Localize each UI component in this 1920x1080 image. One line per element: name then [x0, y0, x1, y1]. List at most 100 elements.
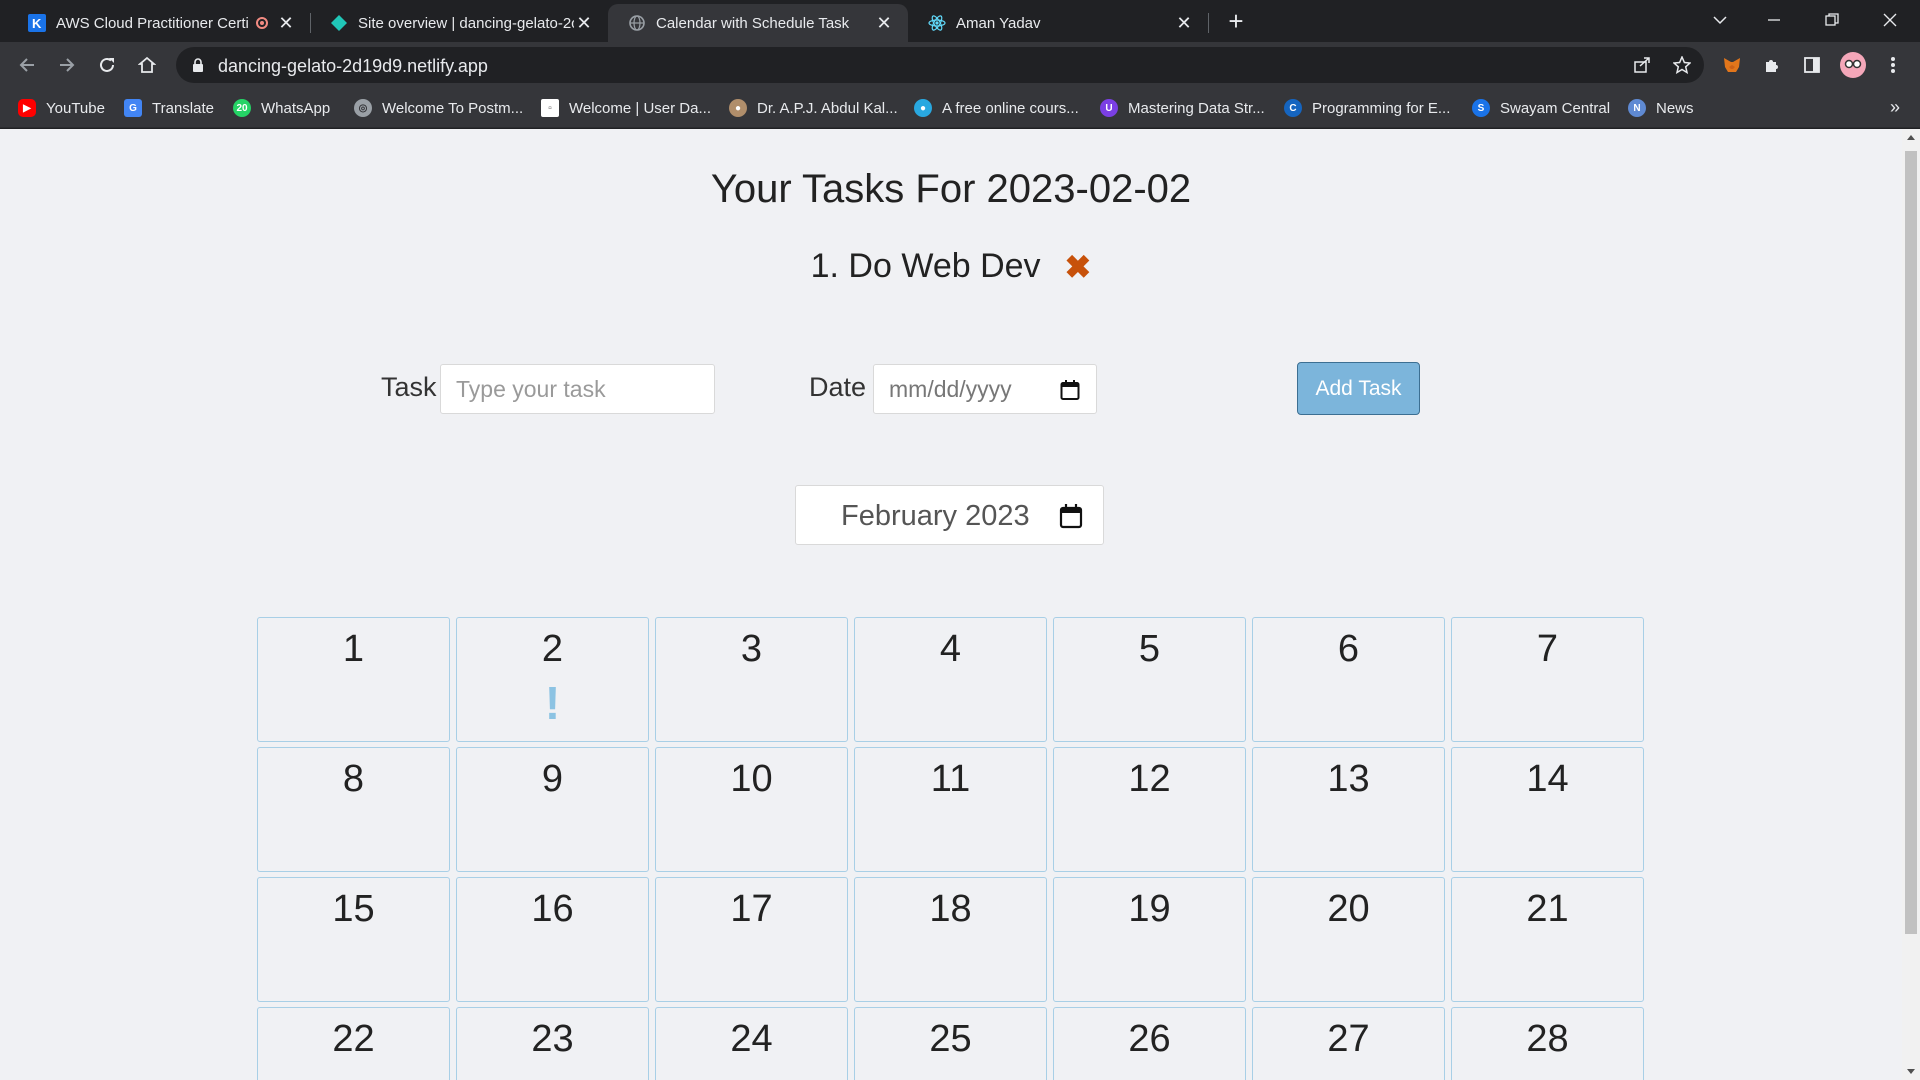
menu-icon[interactable]: [1878, 50, 1908, 80]
globe-icon: [628, 14, 646, 32]
calendar-day[interactable]: 18: [854, 877, 1047, 1002]
scroll-down-icon[interactable]: [1907, 1069, 1915, 1074]
close-icon[interactable]: ✕: [874, 13, 894, 34]
day-number: 4: [939, 628, 962, 670]
day-number: 20: [1327, 888, 1370, 930]
tab-search-icon[interactable]: [1698, 4, 1742, 36]
calendar-day[interactable]: 24: [655, 1007, 848, 1080]
calendar-day[interactable]: 23: [456, 1007, 649, 1080]
bookmark-whatsapp[interactable]: 20 WhatsApp: [233, 98, 330, 118]
calendar-day[interactable]: 14: [1451, 747, 1644, 872]
date-input[interactable]: mm/dd/yyyy: [873, 364, 1097, 414]
bookmark-label: WhatsApp: [261, 99, 331, 117]
calendar-day[interactable]: 11: [854, 747, 1047, 872]
calendar-day[interactable]: 16: [456, 877, 649, 1002]
lock-icon[interactable]: [192, 58, 204, 77]
bookmark-youtube[interactable]: ▶ YouTube: [18, 98, 105, 118]
calendar-day[interactable]: 28: [1451, 1007, 1644, 1080]
scrollbar-thumb[interactable]: [1905, 151, 1917, 934]
bookmark-translate[interactable]: G Translate: [124, 98, 214, 118]
calendar-day[interactable]: 3: [655, 617, 848, 742]
calendar-day[interactable]: 7: [1451, 617, 1644, 742]
task-label-text: Task: [381, 372, 437, 402]
tab-calendar[interactable]: Calendar with Schedule Task ✕: [608, 4, 908, 42]
calendar-day[interactable]: 9: [456, 747, 649, 872]
calendar-day[interactable]: 2!: [456, 617, 649, 742]
news-icon: N: [1628, 99, 1646, 117]
side-panel-icon[interactable]: [1797, 50, 1827, 80]
page-title: Your Tasks For 2023-02-02: [710, 167, 1192, 211]
calendar-day[interactable]: 13: [1252, 747, 1445, 872]
address-bar[interactable]: dancing-gelato-2d19d9.netlify.app: [176, 47, 1704, 83]
tab-aws[interactable]: K AWS Cloud Practitioner Certi ✕: [8, 4, 310, 42]
calendar-icon[interactable]: [1060, 379, 1080, 407]
calendar-day[interactable]: 5: [1053, 617, 1246, 742]
home-icon[interactable]: [132, 50, 162, 80]
day-number: 12: [1128, 758, 1171, 800]
scroll-up-icon[interactable]: [1907, 135, 1915, 140]
day-number: 2: [541, 628, 564, 670]
back-icon[interactable]: [12, 50, 42, 80]
calendar-icon[interactable]: [1059, 503, 1083, 534]
avatar[interactable]: [1838, 50, 1868, 80]
restore-icon[interactable]: [1810, 4, 1854, 36]
calendar-day[interactable]: 12: [1053, 747, 1246, 872]
add-task-button[interactable]: Add Task: [1297, 362, 1420, 415]
bookmark-postman[interactable]: ◎ Welcome To Postm...: [354, 98, 523, 118]
calendar-day[interactable]: 21: [1451, 877, 1644, 1002]
calendar-day[interactable]: 1: [257, 617, 450, 742]
calendar-day[interactable]: 26: [1053, 1007, 1246, 1080]
calendar-day[interactable]: 17: [655, 877, 848, 1002]
more-bookmarks-icon[interactable]: »: [1890, 97, 1900, 118]
new-tab-button[interactable]: +: [1222, 8, 1250, 36]
swayam-icon: S: [1472, 99, 1490, 117]
close-icon[interactable]: ✕: [276, 13, 296, 34]
calendar-day[interactable]: 22: [257, 1007, 450, 1080]
calendar-day[interactable]: 25: [854, 1007, 1047, 1080]
reload-icon[interactable]: [92, 50, 122, 80]
calendar-day[interactable]: 4: [854, 617, 1047, 742]
whatsapp-icon: 20: [233, 99, 251, 117]
bookmark-label: News: [1656, 99, 1694, 117]
calendar-day[interactable]: 8: [257, 747, 450, 872]
page-scrollbar[interactable]: [1902, 129, 1920, 1080]
bookmark-news[interactable]: N News: [1628, 98, 1694, 118]
month-picker[interactable]: February 2023: [795, 485, 1104, 545]
metamask-icon[interactable]: [1717, 50, 1747, 80]
bookmark-star-icon[interactable]: [1672, 55, 1692, 75]
bookmark-programming[interactable]: C Programming for E...: [1284, 98, 1450, 118]
react-icon: [928, 14, 946, 32]
task-input[interactable]: [440, 364, 715, 414]
bookmark-swayam-central[interactable]: S Swayam Central: [1472, 98, 1610, 118]
window-close-icon[interactable]: [1868, 4, 1912, 36]
calendar-day[interactable]: 15: [257, 877, 450, 1002]
day-number: 19: [1128, 888, 1171, 930]
bookmark-free-online-course[interactable]: ● A free online cours...: [914, 98, 1079, 118]
calendar-day[interactable]: 19: [1053, 877, 1246, 1002]
day-number: 24: [730, 1018, 773, 1060]
bookmark-mastering-data-structures[interactable]: U Mastering Data Str...: [1100, 98, 1265, 118]
close-icon[interactable]: ✕: [1174, 13, 1194, 34]
k-icon: K: [28, 14, 46, 32]
calendar-day[interactable]: 20: [1252, 877, 1445, 1002]
calendar-day[interactable]: 6: [1252, 617, 1445, 742]
recording-icon: [256, 17, 268, 29]
extensions-icon[interactable]: [1757, 50, 1787, 80]
svg-text:K: K: [32, 16, 42, 31]
tab-aman-yadav[interactable]: Aman Yadav ✕: [908, 4, 1208, 42]
share-icon[interactable]: [1632, 55, 1652, 75]
close-icon[interactable]: ✕: [574, 13, 594, 34]
bookmark-apj-abdul-kalam[interactable]: ● Dr. A.P.J. Abdul Kal...: [729, 98, 898, 118]
day-number: 7: [1536, 628, 1559, 670]
bookmark-label: Welcome | User Da...: [569, 99, 711, 117]
day-number: 18: [929, 888, 972, 930]
calendar-day[interactable]: 27: [1252, 1007, 1445, 1080]
tab-netlify[interactable]: Site overview | dancing-gelato-2c ✕: [310, 4, 608, 42]
minimize-icon[interactable]: [1752, 4, 1796, 36]
calendar-day[interactable]: 10: [655, 747, 848, 872]
delete-icon[interactable]: ✖: [1065, 248, 1092, 286]
day-number: 8: [342, 758, 365, 800]
bookmarks-bar: ▶ YouTube G Translate 20 WhatsApp ◎ Welc…: [0, 88, 1920, 128]
forward-icon[interactable]: [52, 50, 82, 80]
bookmark-user-dashboard[interactable]: ▫ Welcome | User Da...: [541, 98, 711, 118]
